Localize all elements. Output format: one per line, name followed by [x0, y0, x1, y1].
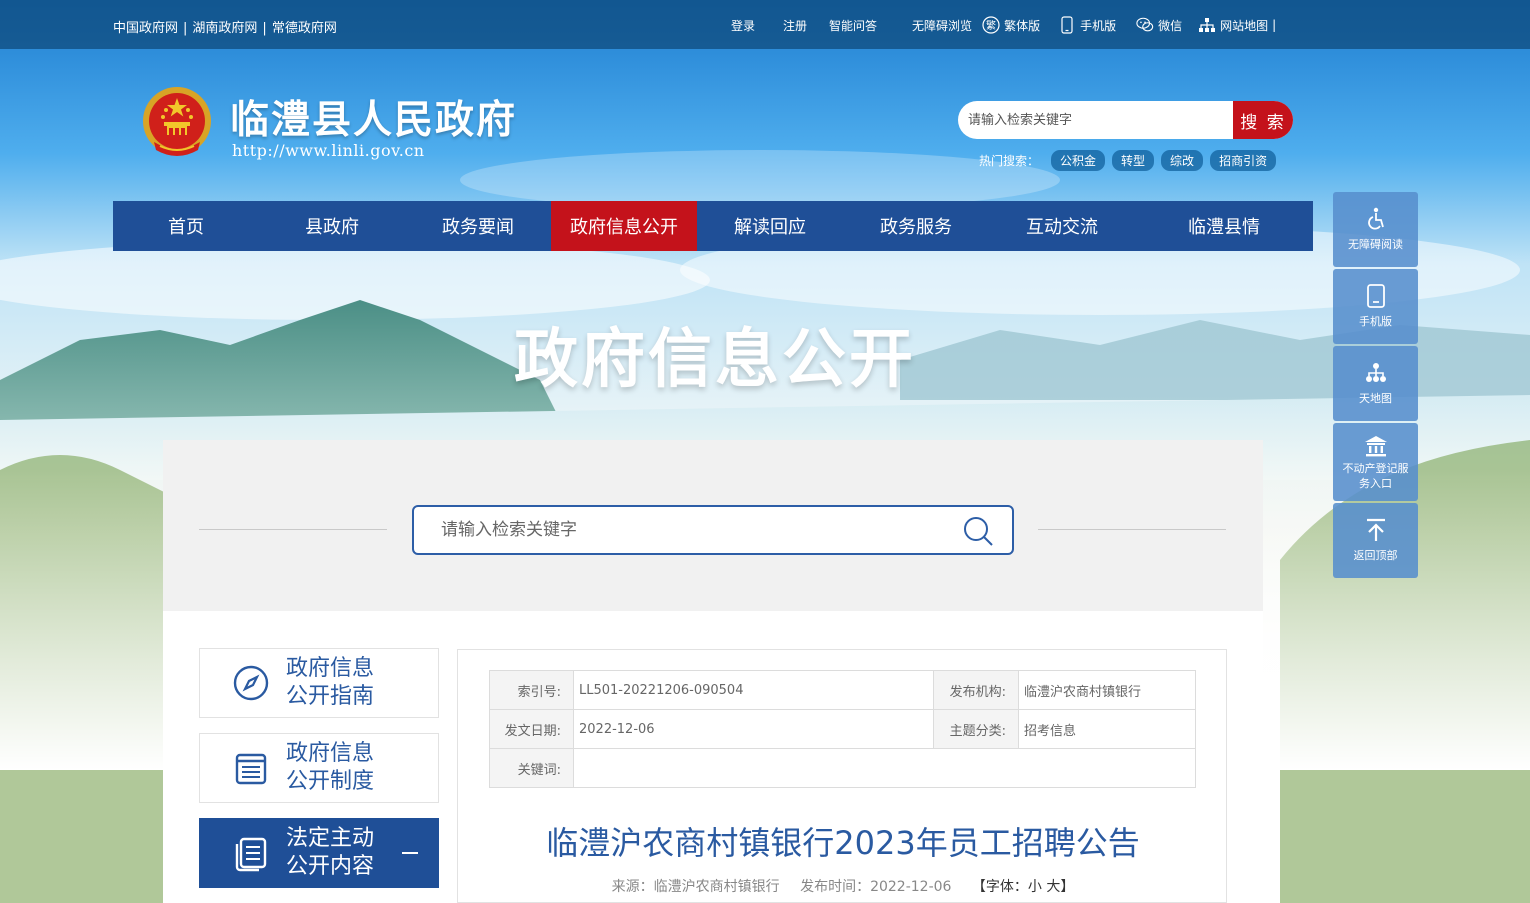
- document-list-icon: [235, 753, 267, 785]
- article-content: 索引号: LL501-20221206-090504 发布机构: 临澧沪农商村镇…: [457, 649, 1227, 903]
- link-central-gov[interactable]: 中国政府网: [113, 21, 178, 36]
- accessible-link[interactable]: 无障碍浏览: [912, 17, 972, 34]
- meta-value-date: 2022-12-06: [573, 709, 934, 749]
- float-toolbar: 无障碍阅读 手机版 天地图 不动产登记服务入口 返回顶部: [1333, 192, 1418, 580]
- national-emblem-logo: [140, 84, 214, 162]
- meta-value-topic: 招考信息: [1018, 709, 1196, 749]
- top-links-left: 中国政府网 | 湖南政府网 | 常德政府网: [113, 17, 337, 36]
- document-source: 来源：临澧沪农商村镇银行: [611, 879, 780, 895]
- wechat-icon: [1136, 16, 1154, 34]
- meta-key-publisher: 发布机构:: [933, 670, 1019, 710]
- top-links-right: 登录 注册 智能问答 无障碍浏览 繁 繁体版 手机版 微信 网站地图 |: [731, 14, 1276, 36]
- wechat-link[interactable]: 微信: [1136, 16, 1182, 34]
- documents-icon: [235, 837, 267, 872]
- traditional-link[interactable]: 繁 繁体版: [982, 16, 1040, 34]
- hot-tag[interactable]: 招商引资: [1210, 150, 1277, 171]
- meta-value-keywords: [573, 748, 1196, 788]
- site-title[interactable]: 临澧县人民政府: [230, 89, 517, 145]
- main-nav: 首页 县政府 政务要闻 政府信息公开 解读回应 政务服务 互动交流 临澧县情: [113, 201, 1313, 251]
- side-item-disclosure-system[interactable]: 政府信息 公开制度: [199, 733, 439, 803]
- meta-value-index: LL501-20221206-090504: [573, 670, 934, 710]
- nav-item-services[interactable]: 政务服务: [843, 201, 989, 251]
- meta-key-date: 发文日期:: [489, 709, 574, 749]
- side-item-statutory-content[interactable]: 法定主动 公开内容: [199, 818, 439, 888]
- separator: |: [262, 21, 267, 36]
- accessibility-icon: [1367, 208, 1384, 230]
- meta-key-topic: 主题分类:: [933, 709, 1019, 749]
- float-real-estate[interactable]: 不动产登记服务入口: [1333, 423, 1418, 501]
- nav-item-interaction[interactable]: 互动交流: [989, 201, 1135, 251]
- main-panel: 政府信息公开指南 政府信息公开制度 法定主动公开内容 索引号: LL501-20…: [163, 440, 1263, 903]
- wechat-label: 微信: [1158, 18, 1183, 33]
- meta-key-keywords: 关键词:: [489, 748, 574, 788]
- traditional-chinese-icon: 繁: [982, 16, 1000, 34]
- hot-search: 热门搜索： 公积金 转型 综改 招商引资: [979, 150, 1283, 171]
- document-meta-table: 索引号: LL501-20221206-090504 发布机构: 临澧沪农商村镇…: [489, 670, 1196, 788]
- nav-item-interpretation[interactable]: 解读回应: [697, 201, 843, 251]
- float-label: 不动产登记服务入口: [1342, 462, 1409, 490]
- nav-item-county-overview[interactable]: 临澧县情: [1135, 201, 1313, 251]
- info-search-input[interactable]: [414, 507, 944, 553]
- building-bank-icon: [1364, 436, 1387, 457]
- compass-icon: [233, 665, 269, 701]
- mobile-label: 手机版: [1080, 18, 1117, 33]
- sitemap-icon: [1198, 16, 1216, 34]
- tablet-icon: [1366, 284, 1385, 309]
- nav-item-info-disclosure[interactable]: 政府信息公开: [551, 201, 697, 251]
- sitemap-link[interactable]: 网站地图 |: [1198, 16, 1276, 34]
- header-search-input[interactable]: [958, 101, 1234, 139]
- separator: |: [1272, 18, 1277, 32]
- top-bar: 中国政府网 | 湖南政府网 | 常德政府网 登录 注册 智能问答 无障碍浏览 繁 繁体版…: [0, 0, 1530, 49]
- separator: |: [183, 21, 188, 36]
- hot-tag[interactable]: 公积金: [1051, 150, 1106, 171]
- float-label: 无障碍阅读: [1348, 238, 1403, 252]
- float-accessible-reading[interactable]: 无障碍阅读: [1333, 192, 1418, 267]
- float-tianditu[interactable]: 天地图: [1333, 346, 1418, 421]
- sitemap-label: 网站地图: [1220, 18, 1269, 33]
- search-band: [163, 440, 1263, 611]
- info-search: [412, 505, 1014, 555]
- font-size-control[interactable]: 【字体：小 大】: [972, 879, 1074, 895]
- search-icon[interactable]: [962, 515, 994, 547]
- register-link[interactable]: 注册: [783, 17, 807, 34]
- hot-search-label: 热门搜索：: [979, 154, 1040, 168]
- link-hunan-gov[interactable]: 湖南政府网: [192, 21, 257, 36]
- traditional-icon-char: 繁: [986, 19, 996, 32]
- mobile-link[interactable]: 手机版: [1058, 16, 1116, 34]
- float-back-to-top[interactable]: 返回顶部: [1333, 503, 1418, 578]
- header-search-button[interactable]: 搜 索: [1233, 101, 1293, 139]
- float-label: 手机版: [1359, 315, 1392, 329]
- site-url: http://www.linli.gov.cn: [232, 141, 425, 160]
- mobile-icon: [1058, 16, 1076, 34]
- hot-tag[interactable]: 转型: [1112, 150, 1155, 171]
- map-tree-icon: [1365, 363, 1386, 383]
- side-item-label: 政府信息 公开制度: [286, 741, 375, 794]
- nav-item-home[interactable]: 首页: [113, 201, 259, 251]
- nav-item-news[interactable]: 政务要闻: [405, 201, 551, 251]
- divider: [199, 529, 387, 530]
- meta-value-publisher: 临澧沪农商村镇银行: [1018, 670, 1196, 710]
- traditional-label: 繁体版: [1004, 18, 1041, 33]
- float-label: 返回顶部: [1353, 549, 1398, 563]
- nav-item-county-gov[interactable]: 县政府: [259, 201, 405, 251]
- document-publish-time: 发布时间：2022-12-06: [800, 879, 952, 895]
- link-changde-gov[interactable]: 常德政府网: [272, 21, 337, 36]
- hot-tag[interactable]: 综改: [1161, 150, 1204, 171]
- float-label: 天地图: [1359, 392, 1392, 406]
- document-meta-line: 来源：临澧沪农商村镇银行 发布时间：2022-12-06 【字体：小 大】: [458, 876, 1228, 896]
- side-item-label: 法定主动 公开内容: [286, 826, 375, 879]
- collapse-minus-icon[interactable]: [402, 852, 418, 854]
- float-mobile[interactable]: 手机版: [1333, 269, 1418, 344]
- banner-title: 政府信息公开: [514, 323, 916, 397]
- divider: [1038, 529, 1226, 530]
- login-link[interactable]: 登录: [731, 17, 755, 34]
- document-title: 临澧沪农商村镇银行2023年员工招聘公告: [546, 824, 1140, 862]
- meta-key-index: 索引号:: [489, 670, 574, 710]
- arrow-up-icon: [1366, 519, 1385, 542]
- side-item-disclosure-guide[interactable]: 政府信息 公开指南: [199, 648, 439, 718]
- smart-qa-link[interactable]: 智能问答: [829, 17, 877, 34]
- header-search: 搜 索: [958, 101, 1293, 139]
- side-item-label: 政府信息 公开指南: [286, 656, 375, 709]
